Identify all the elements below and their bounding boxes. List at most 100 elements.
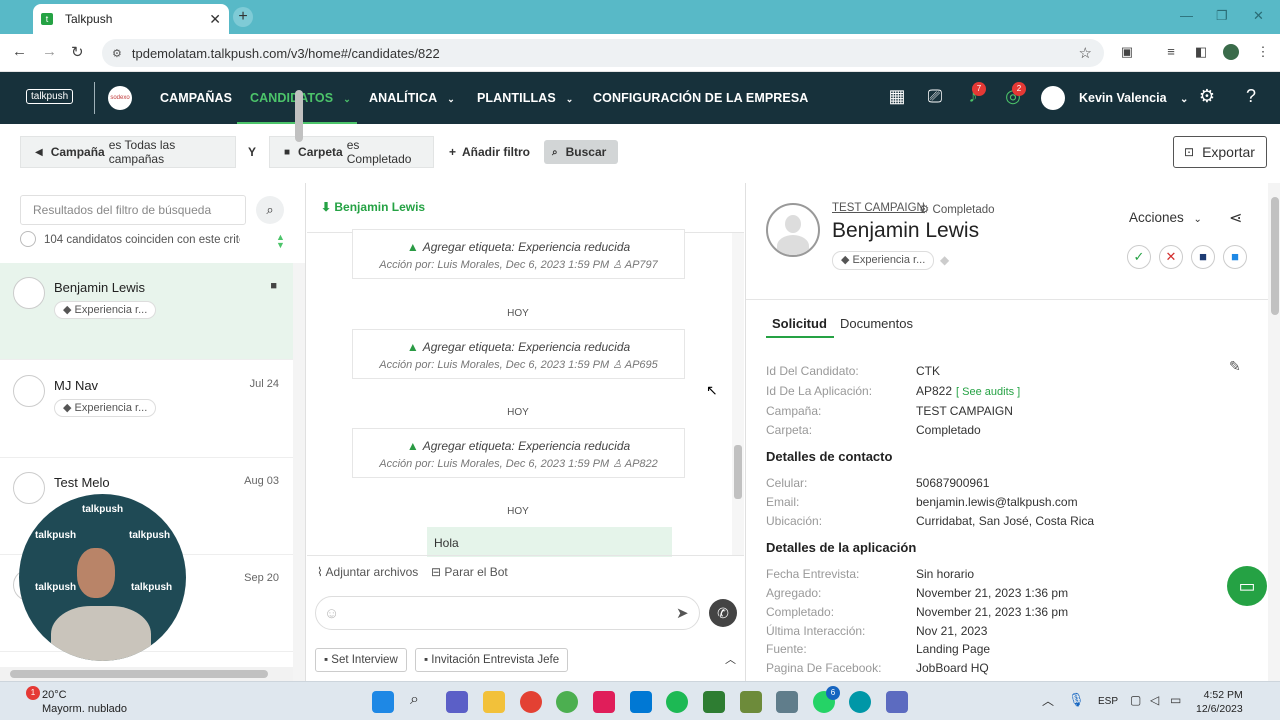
windows-start-icon[interactable] [372,691,394,713]
tab-solicitud[interactable]: Solicitud [772,316,827,331]
add-filter-button[interactable]: + Añadir filtro [449,145,530,159]
invite-interview-button[interactable]: ▪ Invitación Entrevista Jefe [415,648,569,672]
profile-icon[interactable] [1223,44,1239,60]
emoji-icon[interactable]: ☺ [324,605,339,622]
search-icon[interactable]: ⌕ [410,691,432,713]
see-audits-link[interactable]: [ See audits ] [956,386,1020,398]
campaign-filter-chip[interactable]: ◀ Campaña es Todas las campañas [20,136,236,168]
edge-icon[interactable] [849,691,871,713]
maximize-icon[interactable]: ❐ [1216,8,1228,24]
side-panel-icon[interactable]: ◧ [1193,44,1209,60]
list-scrollbar-thumb[interactable] [295,90,303,142]
export-button[interactable]: ⊡ Exportar [1173,136,1267,168]
nav-configuracion[interactable]: CONFIGURACIÓN DE LA EMPRESA [593,91,808,105]
reload-icon[interactable]: ↻ [71,43,84,61]
approve-button[interactable]: ✓ [1127,245,1151,269]
file-explorer-icon[interactable] [483,691,505,713]
campaign-link[interactable]: TEST CAMPAIGN [832,202,925,214]
help-icon[interactable]: ? [1240,86,1262,108]
conversation-scrollbar[interactable] [732,233,744,555]
nav-analitica[interactable]: ANALÍTICA ⌄ [369,91,455,105]
event-title: Agregar etiqueta: Experiencia reducida [422,240,631,254]
calculator-icon[interactable] [886,691,908,713]
actions-dropdown[interactable]: Acciones ⌄ [1129,210,1202,225]
detail-scrollbar-thumb[interactable] [1271,197,1279,315]
nav-campanas[interactable]: CAMPAÑAS [160,91,232,105]
app-icon[interactable] [703,691,725,713]
stop-bot-button[interactable]: ⊟ Parar el Bot [431,565,508,579]
media-control-icon[interactable]: ≡ [1163,44,1179,60]
language-indicator[interactable]: ESP [1098,696,1118,707]
tray-chevron-up-icon[interactable]: ︿ [1042,692,1054,709]
set-interview-button[interactable]: ▪ Set Interview [315,648,407,672]
conversation-scrollbar-thumb[interactable] [734,445,742,499]
folder-filter-chip[interactable]: ■ Carpeta es Completado [269,136,434,168]
message-input[interactable]: ☺ ➤ [315,596,700,630]
search-button[interactable]: ⌕ Buscar [544,140,618,164]
list-item[interactable]: Benjamin Lewis ■ ◆ Experiencia r... [0,263,293,360]
extensions-icon[interactable]: ▣ [1119,44,1135,60]
site-info-icon[interactable]: ⚙ [112,47,122,60]
network-icon[interactable]: ▢ [1130,693,1141,707]
browser-tab[interactable]: t Talkpush ✕ [33,4,229,34]
feedback-icon[interactable]: ⎚ [924,86,946,108]
snipping-tool-icon[interactable] [740,691,762,713]
notepad-icon[interactable] [630,691,652,713]
weather-widget[interactable]: 20°C Mayorm. nublado [42,688,127,716]
attach-files-button[interactable]: ⌇ Adjuntar archivos [317,565,418,579]
briefcase-icon[interactable]: ■ [1191,245,1215,269]
edit-pencil-icon[interactable]: ✎ [1229,358,1241,375]
trash-icon[interactable]: ■ [270,280,277,292]
volume-icon[interactable]: ◁ [1150,693,1159,707]
send-icon[interactable]: ➤ [676,604,689,622]
close-window-icon[interactable]: ✕ [1253,8,1264,24]
user-settings-icon[interactable]: ⚙ [1196,86,1218,108]
folder-icon[interactable]: ■ [1223,245,1247,269]
field-label: Carpeta: [766,423,813,437]
battery-icon[interactable]: ▭ [1170,693,1181,707]
select-all-radio[interactable] [20,231,36,247]
reject-button[interactable]: ✕ [1159,245,1183,269]
talkpush-logo[interactable]: talkpush [26,89,74,104]
close-tab-icon[interactable]: ✕ [209,11,221,28]
display-icon[interactable] [776,691,798,713]
address-bar[interactable]: ⚙ tpdemolatam.talkpush.com/v3/home#/cand… [102,39,1104,67]
system-clock[interactable]: 4:52 PM 12/6/2023 [1196,688,1243,716]
whatsapp-channel-icon[interactable]: ✆ [709,599,737,627]
list-item[interactable]: MJ Nav Jul 24 ◆ Experiencia r... [0,361,293,458]
user-avatar[interactable] [1041,86,1065,110]
forward-icon[interactable]: → [42,43,57,60]
horizontal-scrollbar-thumb[interactable] [10,670,268,678]
share-icon[interactable]: ⋖ [1229,208,1242,228]
new-tab-button[interactable]: + [233,7,253,27]
field-label: Celular: [766,476,808,490]
teams-icon[interactable] [446,691,468,713]
user-name[interactable]: Kevin Valencia ⌄ [1079,91,1188,105]
paperclip-icon: ⌇ [317,565,326,579]
chrome-profile-icon[interactable] [556,691,578,713]
warning-icon: ▲ [406,439,419,453]
avatar [13,472,45,504]
slack-icon[interactable] [593,691,615,713]
add-tag-icon[interactable]: ◆ [940,253,949,267]
list-scrollbar[interactable] [293,263,305,681]
microphone-icon[interactable]: 🎙 [1068,692,1085,708]
search-icon: ⌕ [552,146,558,158]
event-card: ▲ Agregar etiqueta: Experiencia reducida … [352,428,685,478]
field-value: November 21, 2023 1:36 pm [916,605,1069,619]
chrome-icon[interactable] [520,691,542,713]
tab-documentos[interactable]: Documentos [840,316,913,331]
search-icon[interactable]: ⌕ [256,196,284,224]
chevron-up-icon[interactable]: ︿ [725,651,736,667]
sort-icon[interactable]: ▲ ▼ [276,233,285,250]
chrome-menu-icon[interactable]: ⋮ [1255,44,1271,60]
nav-plantillas[interactable]: PLANTILLAS ⌄ [477,91,573,105]
candidate-search-input[interactable]: Resultados del filtro de búsqueda [20,195,246,225]
calendar-icon[interactable]: ▦ [886,86,908,108]
chat-support-button[interactable]: ▭ [1227,566,1267,606]
spotify-icon[interactable] [666,691,688,713]
bookmark-star-icon[interactable]: ☆ [1079,44,1092,62]
candidate-name: Benjamin Lewis [54,280,146,295]
minimize-icon[interactable]: — [1180,8,1193,23]
back-icon[interactable]: ← [12,43,27,60]
